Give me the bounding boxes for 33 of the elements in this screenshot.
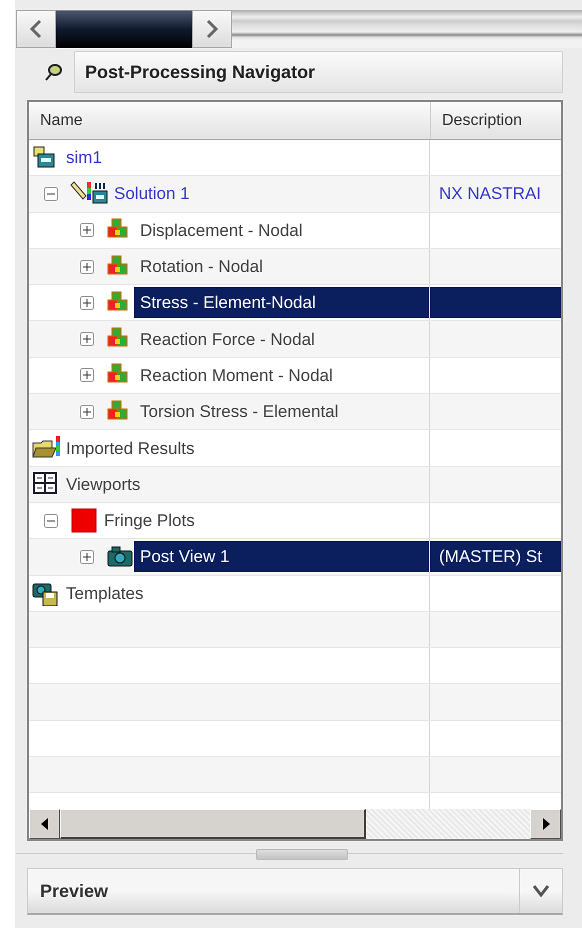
expand-icon[interactable]: [80, 368, 94, 382]
collapse-icon[interactable]: [44, 186, 58, 201]
chevron-down-icon: [533, 885, 549, 897]
splitter-handle[interactable]: [256, 849, 348, 860]
expand-icon[interactable]: [80, 404, 94, 419]
expand-icon[interactable]: [80, 550, 94, 564]
chevron-right-icon: [205, 19, 219, 39]
triangle-right-icon: [542, 818, 550, 830]
description-cell: (MASTER) St: [430, 541, 561, 572]
triangle-left-icon: [40, 818, 48, 830]
tree-item-label[interactable]: sim1: [60, 142, 429, 174]
tree-item-label[interactable]: Stress - Element-Nodal: [134, 287, 429, 318]
tab-scroll-thumb[interactable]: [56, 10, 192, 48]
chevron-left-icon: [29, 19, 43, 39]
column-header[interactable]: Description: [431, 102, 561, 139]
tree-item-label[interactable]: Templates: [60, 578, 429, 609]
expand-icon[interactable]: [80, 223, 94, 238]
tree-item-label[interactable]: Displacement - Nodal: [134, 214, 429, 246]
expand-icon[interactable]: [80, 296, 94, 310]
scrollbar-thumb[interactable]: [60, 809, 366, 839]
tree-item-label[interactable]: Imported Results: [60, 432, 429, 464]
column-header[interactable]: Name: [29, 102, 431, 139]
expand-icon[interactable]: [80, 260, 94, 274]
tree-item-label[interactable]: Solution 1: [108, 178, 429, 210]
expand-icon[interactable]: [80, 332, 94, 346]
tree-item-label[interactable]: Fringe Plots: [98, 505, 429, 536]
navigator-title[interactable]: Post-Processing Navigator: [74, 51, 563, 93]
square-icon: [70, 508, 98, 534]
collapse-icon[interactable]: [44, 514, 58, 528]
description-cell-text: NX NASTRAI: [438, 183, 542, 206]
horizontal-scrollbar[interactable]: [29, 809, 561, 839]
tree-item-label[interactable]: Post View 1: [134, 541, 429, 572]
tree-item-label[interactable]: Reaction Moment - Nodal: [134, 360, 429, 391]
